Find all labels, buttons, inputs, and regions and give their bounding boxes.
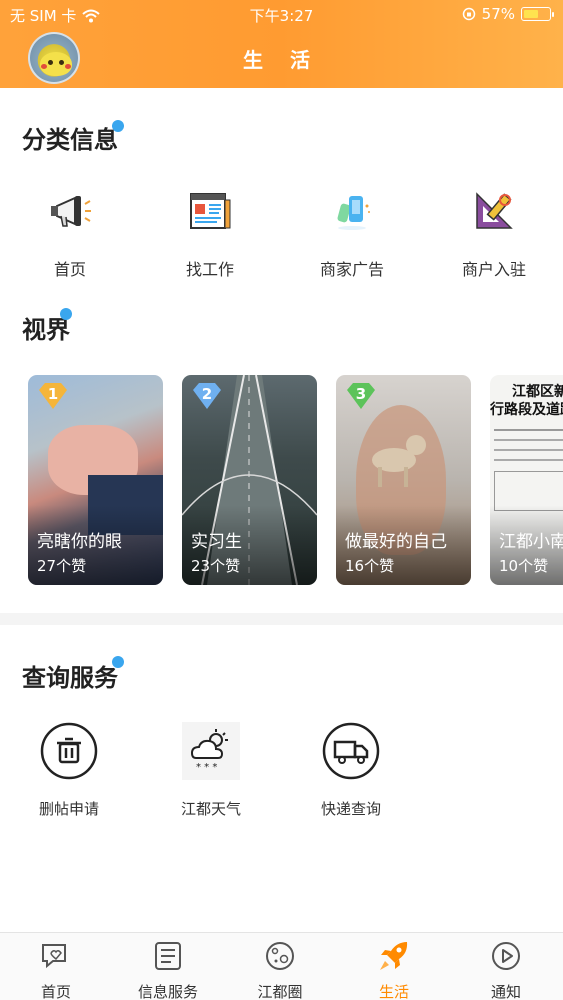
card-title: 做最好的自己	[345, 532, 447, 552]
category-item-home[interactable]: 首页	[20, 186, 120, 280]
category-item-find-job[interactable]: 找工作	[160, 186, 260, 280]
bottom-tab-bar: 首页 信息服务 江都圈 生活 通知	[0, 932, 563, 1000]
tab-home[interactable]: 首页	[11, 939, 101, 1000]
notification-dot	[60, 308, 72, 320]
service-item-weather[interactable]: * * * 江都天气	[156, 722, 266, 819]
battery-icon	[521, 7, 554, 21]
section-divider	[0, 613, 563, 625]
card-title: 实习生	[191, 532, 242, 552]
rank-badge: 1	[36, 381, 70, 411]
app-screen: 无 SIM 卡 下午3:27 57% 生 活 分类信息 首页 找工作 商家广告 …	[0, 0, 563, 1000]
dog-image	[372, 435, 426, 487]
category-grid: 首页 找工作 商家广告 商户入驻	[0, 186, 563, 286]
page-title: 生 活	[243, 48, 320, 72]
battery-percent: 57%	[481, 5, 515, 23]
vision-card[interactable]: 江都区新城 行路段及道路 江都小南 10个赞	[490, 375, 563, 585]
category-item-merchant-join[interactable]: 商户入驻	[444, 186, 544, 280]
ruler-tools-icon	[476, 192, 513, 229]
category-section-title: 分类信息	[22, 126, 118, 154]
card-title: 江都小南	[499, 532, 563, 552]
tab-life[interactable]: 生活	[349, 939, 439, 1000]
category-item-merchant-ad[interactable]: 商家广告	[302, 186, 402, 280]
card-likes: 10个赞	[499, 557, 549, 575]
rank-badge: 2	[190, 381, 224, 411]
trash-icon	[40, 722, 98, 780]
weather-icon: * * *	[182, 722, 240, 780]
notification-dot	[112, 120, 124, 132]
vision-card-carousel[interactable]: 1 亮瞎你的眼 27个赞 2 实习生 23个赞 3 做最好的自己 16个赞 江都…	[0, 375, 563, 587]
tab-notification[interactable]: 通知	[461, 939, 551, 1000]
planet-icon	[266, 942, 294, 970]
orientation-lock-icon	[462, 7, 475, 21]
status-bar: 无 SIM 卡 下午3:27 57%	[0, 0, 563, 30]
home-chat-icon	[42, 944, 66, 969]
vision-card[interactable]: 3 做最好的自己 16个赞	[336, 375, 471, 585]
header-bar: 无 SIM 卡 下午3:27 57% 生 活	[0, 0, 563, 88]
service-item-express[interactable]: 快递查询	[296, 722, 406, 819]
truck-icon	[322, 722, 380, 780]
tab-jiangdu-circle[interactable]: 江都圈	[235, 939, 325, 1000]
card-likes: 23个赞	[191, 557, 241, 575]
list-icon	[155, 942, 181, 970]
tab-info-service[interactable]: 信息服务	[123, 939, 213, 1000]
play-icon	[492, 942, 520, 970]
vision-card[interactable]: 2 实习生 23个赞	[182, 375, 317, 585]
query-service-grid: 删帖申请 * * * 江都天气 快递查询	[0, 722, 563, 822]
notification-dot	[112, 656, 124, 668]
newspaper-icon	[190, 193, 231, 229]
card-likes: 16个赞	[345, 557, 395, 575]
megaphone-icon	[51, 196, 91, 227]
service-item-delete-post[interactable]: 删帖申请	[14, 722, 124, 819]
svg-text:* * *: * * *	[196, 762, 217, 773]
query-section-title: 查询服务	[22, 664, 118, 692]
rank-badge: 3	[344, 381, 378, 411]
doc-heading: 行路段及道路	[490, 402, 563, 418]
rocket-icon	[380, 942, 408, 970]
card-likes: 27个赞	[37, 557, 87, 575]
vision-card[interactable]: 1 亮瞎你的眼 27个赞	[28, 375, 163, 585]
phone-ad-icon	[337, 196, 370, 230]
doc-heading: 江都区新城	[512, 384, 563, 400]
card-title: 亮瞎你的眼	[37, 532, 122, 552]
